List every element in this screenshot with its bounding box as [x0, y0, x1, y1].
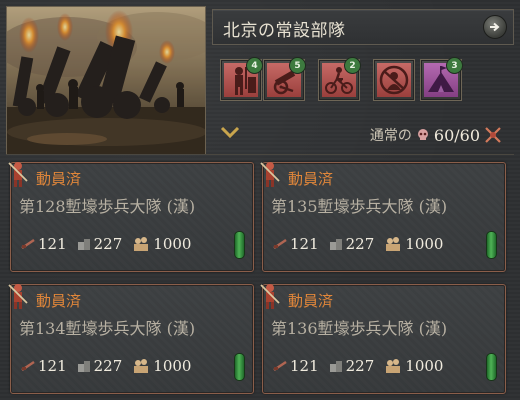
ready-indicator — [234, 231, 245, 259]
mobilization-status: 動員済 — [288, 292, 334, 310]
garrison-title-bar: 北京の常設部隊 — [212, 9, 514, 45]
manpower-value: 121 — [38, 235, 67, 253]
artillery-filter-button[interactable]: 5 — [263, 57, 306, 101]
expand-button[interactable] — [219, 124, 241, 140]
manpower-icon — [386, 237, 401, 251]
strength-value: 1000 — [405, 357, 444, 375]
camp-filter-button[interactable]: 3 — [420, 57, 463, 101]
unit-count-status: 通常の 60/60 — [370, 124, 502, 146]
mobilization-status: 動員済 — [36, 292, 82, 310]
skull-icon — [417, 129, 428, 140]
supplies-value: 227 — [93, 357, 123, 375]
supply-crates-icon — [77, 239, 90, 250]
infantry-unit-icon — [8, 162, 28, 187]
unit-name: 第128塹壕歩兵大隊 (漢) — [19, 197, 196, 216]
supplies-value: 227 — [93, 235, 123, 253]
unit-card[interactable]: 動員済 第134塹壕歩兵大隊 (漢) 121 227 1000 — [8, 284, 254, 394]
rifle-icon — [273, 238, 287, 250]
unit-card[interactable]: 動員済 第135塹壕歩兵大隊 (漢) 121 227 1000 — [260, 162, 506, 272]
army-illustration — [6, 6, 206, 155]
unit-name: 第135塹壕歩兵大隊 (漢) — [271, 197, 448, 216]
manpower-value: 121 — [290, 235, 319, 253]
unit-name: 第136塹壕歩兵大隊 (漢) — [271, 319, 448, 338]
supplies-value: 227 — [345, 235, 375, 253]
infantry-unit-icon — [260, 284, 280, 309]
unit-card[interactable]: 動員済 第136塹壕歩兵大隊 (漢) 121 227 1000 — [260, 284, 506, 394]
unit-count-value: 60/60 — [433, 125, 480, 145]
supply-crates-icon — [77, 361, 90, 372]
infantry-unit-icon — [8, 284, 28, 309]
manpower-icon — [134, 237, 149, 251]
chevron-down-icon — [220, 126, 240, 139]
no-general-icon — [379, 65, 409, 95]
rifle-icon — [21, 238, 35, 250]
rifle-icon — [273, 360, 287, 372]
garrison-title: 北京の常設部隊 — [223, 21, 346, 41]
general-filter-button[interactable] — [373, 59, 415, 101]
arrow-right-icon — [490, 22, 500, 32]
manpower-value: 121 — [290, 357, 319, 375]
supply-crates-icon — [329, 361, 342, 372]
unit-name: 第134塹壕歩兵大隊 (漢) — [19, 319, 196, 338]
camp-count-badge: 3 — [446, 57, 463, 74]
infantry-count-badge: 4 — [246, 57, 263, 74]
manpower-value: 121 — [38, 357, 67, 375]
strength-value: 1000 — [405, 235, 444, 253]
unit-card[interactable]: 動員済 第128塹壕歩兵大隊 (漢) 121 227 1000 — [8, 162, 254, 272]
crossed-rifles-icon — [485, 127, 501, 143]
army-panel: 北京の常設部隊 4 5 2 3 通常の 60/60 動員済 第128塹壕歩兵大隊… — [0, 0, 520, 400]
supply-crates-icon — [329, 239, 342, 250]
rifle-icon — [21, 360, 35, 372]
infantry-filter-button[interactable]: 4 — [220, 57, 263, 101]
artillery-count-badge: 5 — [289, 57, 306, 74]
mobilization-status: 動員済 — [36, 170, 82, 188]
supplies-value: 227 — [345, 357, 375, 375]
status-label: 通常の — [369, 128, 412, 144]
strength-value: 1000 — [153, 357, 192, 375]
ready-indicator — [486, 353, 497, 381]
divider — [6, 154, 514, 155]
manpower-icon — [386, 359, 401, 373]
cyclist-filter-button[interactable]: 2 — [318, 57, 361, 101]
go-to-location-button[interactable] — [483, 15, 507, 39]
ready-indicator — [486, 231, 497, 259]
manpower-icon — [134, 359, 149, 373]
mobilization-status: 動員済 — [288, 170, 334, 188]
infantry-unit-icon — [260, 162, 280, 187]
cyclist-count-badge: 2 — [344, 57, 361, 74]
ready-indicator — [234, 353, 245, 381]
strength-value: 1000 — [153, 235, 192, 253]
